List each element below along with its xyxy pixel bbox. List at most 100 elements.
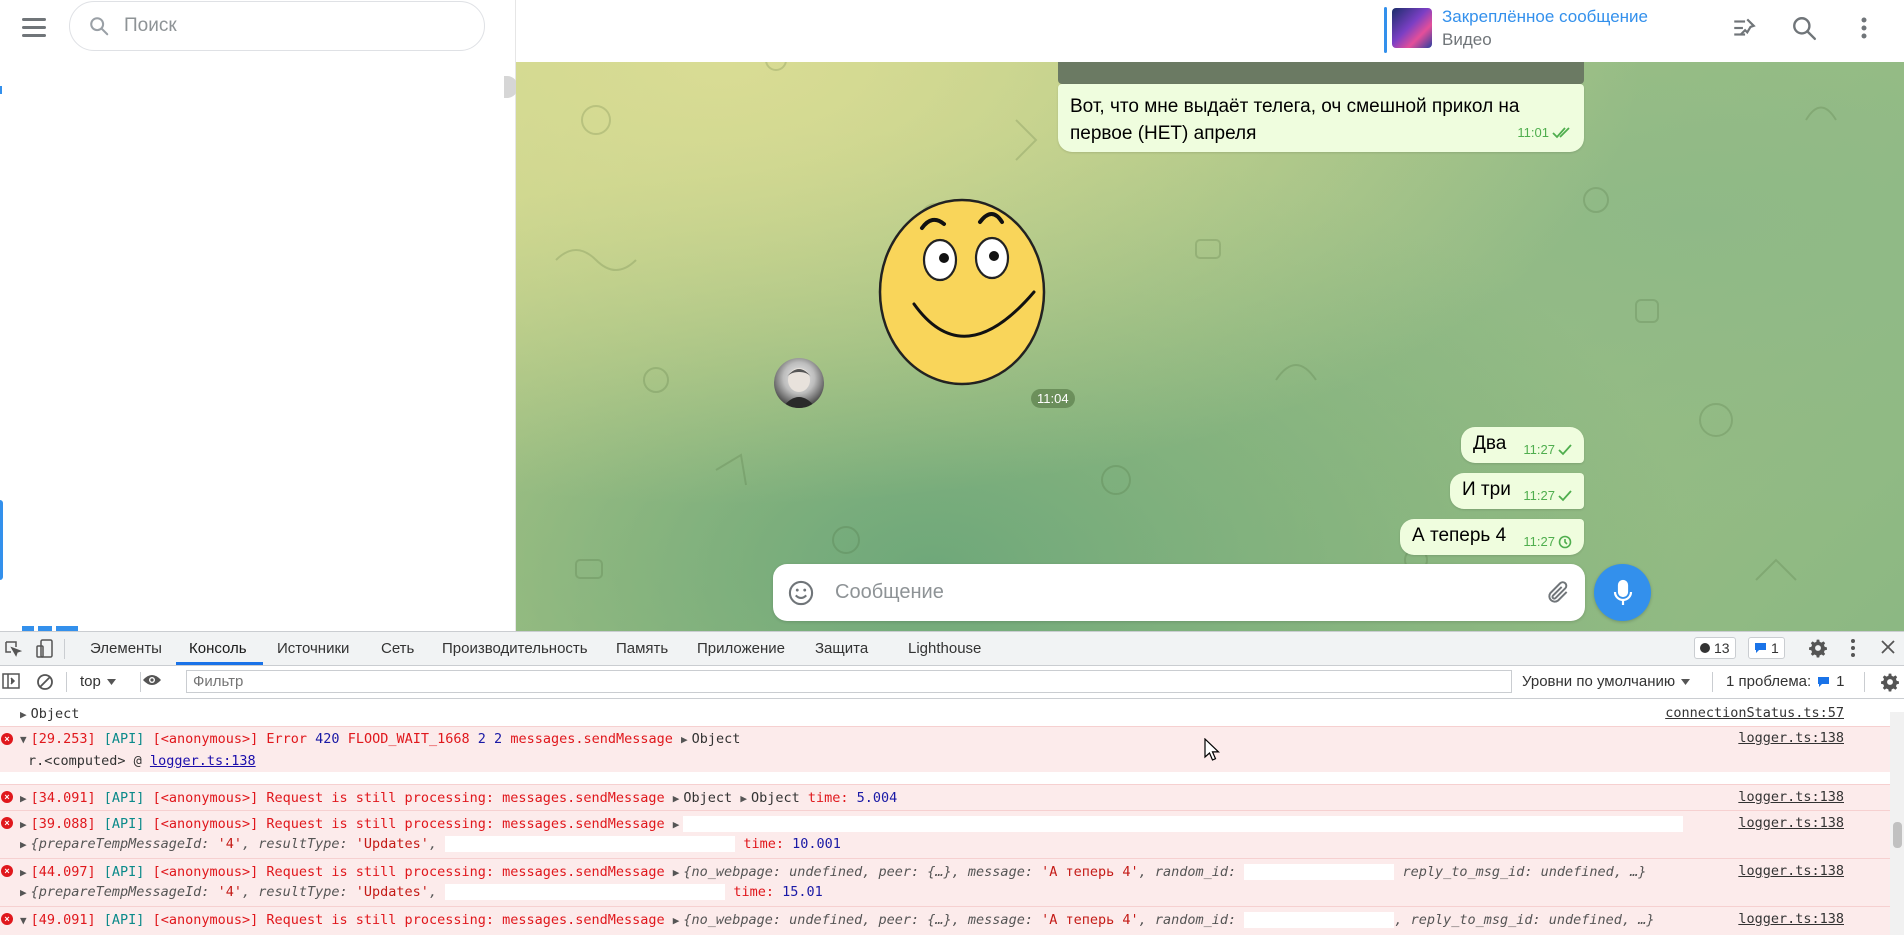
tab-security[interactable]: Защита bbox=[815, 640, 868, 657]
log-levels-dropdown[interactable]: Уровни по умолчанию bbox=[1522, 673, 1691, 690]
chat-header: Закреплённое сообщение Видео bbox=[516, 0, 1904, 62]
message-composer bbox=[773, 564, 1585, 621]
smiley-sticker[interactable] bbox=[870, 186, 1050, 386]
pinned-thumbnail[interactable] bbox=[1392, 8, 1432, 48]
collapse-triangle-icon[interactable]: ▼ bbox=[20, 914, 27, 927]
search-box[interactable] bbox=[69, 1, 485, 51]
message-text: Вот, что мне выдаёт телега, оч смешной п… bbox=[1070, 96, 1520, 144]
device-toolbar-icon[interactable] bbox=[36, 639, 54, 663]
settings-gear-icon[interactable] bbox=[1808, 638, 1828, 662]
tab-sources[interactable]: Источники bbox=[277, 640, 349, 657]
read-checks-icon bbox=[1552, 126, 1570, 138]
error-icon: × bbox=[1, 733, 13, 745]
sticker-time: 11:04 bbox=[1031, 389, 1075, 408]
source-link[interactable]: connectionStatus.ts:57 bbox=[1665, 705, 1844, 721]
attach-icon[interactable] bbox=[1545, 580, 1571, 606]
expand-triangle-icon[interactable]: ▶ bbox=[20, 708, 27, 721]
sidebar-edge-mark bbox=[0, 500, 3, 580]
tab-elements[interactable]: Элементы bbox=[90, 640, 162, 657]
tab-network[interactable]: Сеть bbox=[381, 640, 414, 657]
pinned-list-icon[interactable] bbox=[1729, 13, 1759, 43]
console-error-row[interactable]: × ▼ [29.253] [API] [<anonymous>] Error 42… bbox=[0, 726, 1890, 772]
message-text: Два bbox=[1473, 433, 1507, 454]
sender-avatar[interactable] bbox=[774, 358, 824, 408]
expand-triangle-icon[interactable]: ▶ bbox=[20, 866, 27, 879]
tab-memory[interactable]: Память bbox=[616, 640, 668, 657]
message-count-badge[interactable]: 1 bbox=[1748, 637, 1785, 659]
divider bbox=[1712, 672, 1713, 692]
console-settings-gear-icon[interactable] bbox=[1880, 672, 1900, 696]
console-error-row[interactable]: × ▶ [34.091] [API] [<anonymous>] Request … bbox=[0, 784, 1890, 810]
clear-console-icon[interactable] bbox=[36, 673, 54, 695]
message-bubble[interactable]: И три 11:27 bbox=[1450, 473, 1584, 509]
expand-triangle-icon[interactable]: ▶ bbox=[20, 838, 27, 851]
error-count-badge[interactable]: 13 bbox=[1694, 637, 1736, 659]
close-icon[interactable] bbox=[1880, 639, 1896, 659]
source-link[interactable]: logger.ts:138 bbox=[1738, 789, 1844, 805]
divider bbox=[140, 672, 141, 692]
collapse-triangle-icon[interactable]: ▼ bbox=[20, 733, 27, 746]
console-row[interactable]: ▶ Object connectionStatus.ts:57 bbox=[0, 702, 1890, 726]
message-time: 11:01 bbox=[1517, 119, 1572, 146]
clock-pending-icon bbox=[1558, 535, 1572, 548]
context-selector[interactable]: top bbox=[80, 673, 116, 690]
tab-lighthouse[interactable]: Lighthouse bbox=[908, 640, 981, 657]
pinned-title[interactable]: Закреплённое сообщение bbox=[1442, 7, 1648, 27]
tab-application[interactable]: Приложение bbox=[697, 640, 785, 657]
source-link[interactable]: logger.ts:138 bbox=[1738, 911, 1844, 927]
error-icon: × bbox=[1, 913, 13, 925]
source-link[interactable]: logger.ts:138 bbox=[1738, 815, 1844, 831]
console-scrollbar-thumb[interactable] bbox=[1893, 822, 1902, 848]
message-time: 11:27 bbox=[1523, 534, 1572, 549]
voice-record-button[interactable] bbox=[1594, 564, 1651, 621]
pinned-indicator bbox=[1384, 7, 1387, 53]
expand-triangle-icon[interactable]: ▶ bbox=[20, 818, 27, 831]
message-icon bbox=[1818, 676, 1830, 687]
divider bbox=[64, 639, 65, 659]
sidebar-toggle-icon[interactable] bbox=[2, 673, 20, 693]
active-tab-underline bbox=[176, 662, 263, 665]
message-text: А теперь 4 bbox=[1412, 525, 1507, 546]
error-icon: × bbox=[1, 865, 13, 877]
sidebar-edge-mark bbox=[0, 86, 2, 94]
search-input[interactable] bbox=[122, 14, 446, 38]
pinned-subtitle: Видео bbox=[1442, 30, 1492, 49]
dropdown-arrow-icon bbox=[1681, 678, 1691, 685]
divider bbox=[1864, 672, 1865, 692]
sent-check-icon bbox=[1558, 489, 1572, 501]
chat-area: Закреплённое сообщение Видео Вот, что мн… bbox=[516, 0, 1904, 631]
message-bubble[interactable]: Два 11:27 bbox=[1461, 427, 1584, 463]
console-filter-input[interactable] bbox=[186, 670, 1512, 693]
stack-link[interactable]: logger.ts:138 bbox=[150, 753, 256, 769]
more-options-icon[interactable] bbox=[1849, 13, 1879, 43]
source-link[interactable]: logger.ts:138 bbox=[1738, 730, 1844, 746]
message-text: И три bbox=[1462, 479, 1511, 500]
emoji-icon[interactable] bbox=[787, 579, 815, 607]
inspect-element-icon[interactable] bbox=[4, 640, 23, 662]
message-time: 11:27 bbox=[1523, 488, 1572, 503]
error-dot-icon bbox=[1700, 643, 1710, 653]
tab-performance[interactable]: Производительность bbox=[442, 640, 588, 657]
media-message-preview[interactable] bbox=[1058, 62, 1584, 84]
search-icon[interactable] bbox=[1789, 13, 1819, 43]
message-input[interactable] bbox=[833, 580, 1497, 605]
tab-console[interactable]: Консоль bbox=[189, 640, 247, 657]
message-icon bbox=[1755, 643, 1766, 653]
dropdown-arrow-icon bbox=[106, 678, 116, 685]
live-expression-eye-icon[interactable] bbox=[142, 672, 162, 692]
message-bubble[interactable]: Вот, что мне выдаёт телега, оч смешной п… bbox=[1058, 84, 1584, 152]
console-error-row[interactable]: × ▶ [44.097] [API] [<anonymous>] Request … bbox=[0, 858, 1890, 906]
devtools-panel: Элементы Консоль Источники Сеть Производ… bbox=[0, 631, 1904, 935]
issues-button[interactable]: 1 проблема: 1 bbox=[1726, 673, 1845, 690]
devtools-tabbar: Элементы Консоль Источники Сеть Производ… bbox=[0, 632, 1904, 666]
console-error-row[interactable]: × ▼ [49.091] [API] [<anonymous>] Request … bbox=[0, 906, 1890, 935]
expand-triangle-icon[interactable]: ▶ bbox=[20, 792, 27, 805]
expand-triangle-icon[interactable]: ▶ bbox=[20, 886, 27, 899]
message-time: 11:27 bbox=[1523, 442, 1572, 457]
source-link[interactable]: logger.ts:138 bbox=[1738, 863, 1844, 879]
more-vert-icon[interactable] bbox=[1850, 638, 1856, 662]
menu-icon[interactable] bbox=[22, 18, 48, 38]
search-icon bbox=[90, 17, 109, 36]
message-bubble[interactable]: А теперь 4 11:27 bbox=[1400, 519, 1584, 555]
console-error-row[interactable]: × ▶ [39.088] [API] [<anonymous>] Request … bbox=[0, 810, 1890, 858]
